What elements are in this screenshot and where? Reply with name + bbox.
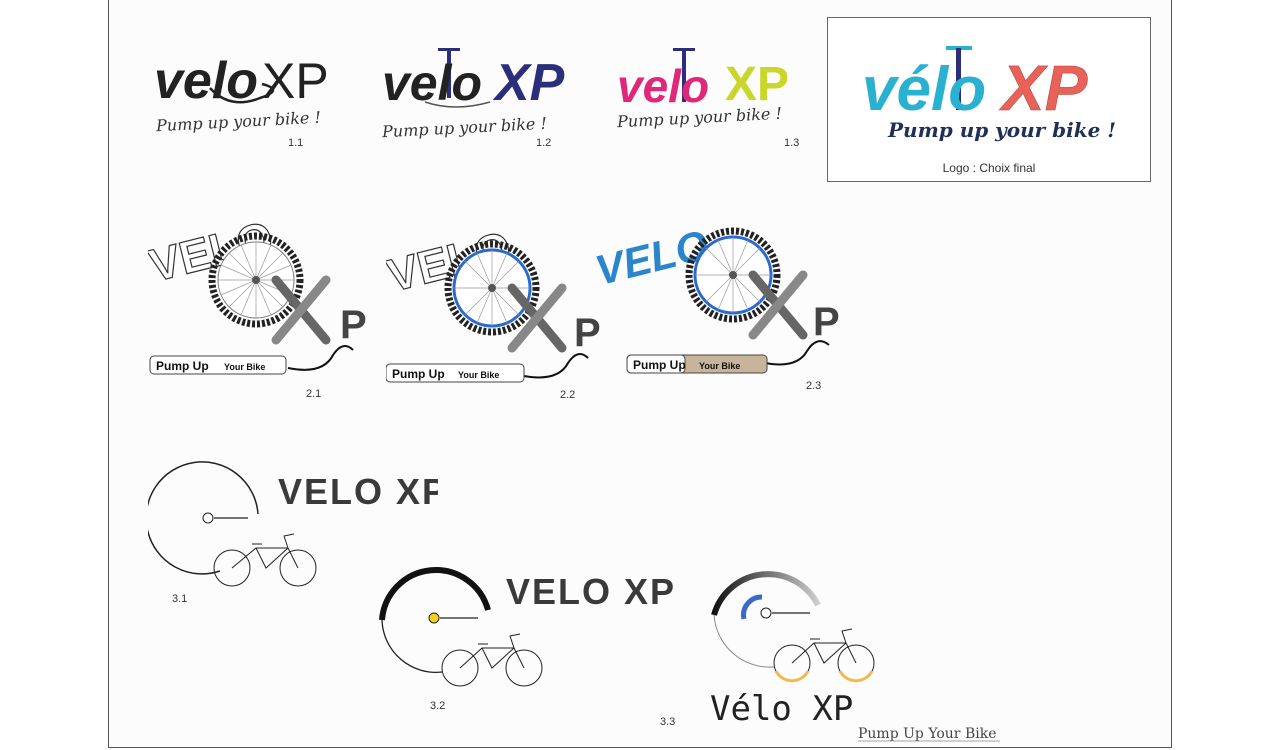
logo-1-1: velo XP Pump up your bike ! [150,40,340,150]
logo-1-1-tagline: Pump up your bike ! [155,107,322,136]
logo-2-1-graphic: VELO P Pump Up Your Bike [143,210,367,375]
label-2-2: 2.2 [560,389,576,401]
bicycle-icon [213,533,317,587]
logo-2-3-graphic: VELO P Pump Up Your Bike [591,221,840,374]
logo-1-2: velo XP Pump up your bike ! [380,40,580,150]
logo-2-3: VELO P Pump Up Your Bike [585,195,845,395]
svg-text:velo: velo [382,55,482,111]
label-2-3: 2.3 [806,380,822,392]
final-logo-tagline: Pump up your bike ! [888,118,1117,142]
svg-text:velo: velo [617,60,709,112]
svg-text:P: P [340,303,367,347]
svg-text:vélo: vélo [862,55,986,124]
label-1-1: 1.1 [288,137,304,149]
svg-text:Vélo XP: Vélo XP [710,689,853,729]
logo-3-3: Vélo XP Pump Up Your Bike [700,555,1020,745]
label-2-1: 2.1 [306,388,322,400]
svg-text:Pump Up: Pump Up [633,358,686,372]
label-1-3: 1.3 [784,137,800,149]
final-choice-caption: Logo : Choix final [942,161,1036,175]
logo-2-1: VELO P Pump Up Your Bike [143,190,378,390]
svg-text:Your Bike: Your Bike [224,362,265,372]
bike-wheel-icon [208,232,304,328]
svg-text:Your Bike: Your Bike [458,370,499,380]
svg-text:XP: XP [999,52,1088,124]
logo-1-2-wordmark: velo XP [382,48,565,112]
logo-1-1-wordmark: velo XP [154,52,329,110]
logo-1-3-wordmark: velo XP [617,48,789,112]
bike-wheel-icon [444,240,540,336]
svg-text:Pump Up: Pump Up [156,359,209,373]
svg-text:VELO XP: VELO XP [506,571,676,612]
svg-text:XP: XP [492,54,565,112]
logo-1-2-tagline: Pump up your bike ! [381,113,548,142]
label-3-2: 3.2 [430,700,446,712]
bike-wheel-icon [685,227,781,323]
svg-text:Your Bike: Your Bike [699,361,740,371]
label-3-1: 3.1 [172,593,188,605]
svg-text:P: P [813,300,840,344]
svg-text:VELO XP: VELO XP [278,471,438,512]
label-3-3: 3.3 [660,716,676,728]
logo-2-2-graphic: VELO P Pump Up Your Bike [381,220,601,383]
svg-text:XP: XP [262,53,329,109]
svg-text:Pump Up: Pump Up [392,367,445,381]
logo-1-3: velo XP Pump up your bike ! [615,42,810,152]
logo-3-2: VELO XP [378,560,678,690]
logo-2-2: VELO P Pump Up Your Bike [381,200,616,400]
logo-3-3-graphic: Vélo XP Pump Up Your Bike [710,571,1000,742]
bicycle-icon [773,628,875,683]
label-1-2: 1.2 [536,137,552,149]
bicycle-icon [441,633,543,687]
final-choice-box: vélo XP Pump up your bike ! Logo : Choix… [827,17,1151,182]
svg-text:Pump Up Your Bike: Pump Up Your Bike [858,726,996,742]
logo-3-2-graphic: VELO XP [379,567,676,687]
